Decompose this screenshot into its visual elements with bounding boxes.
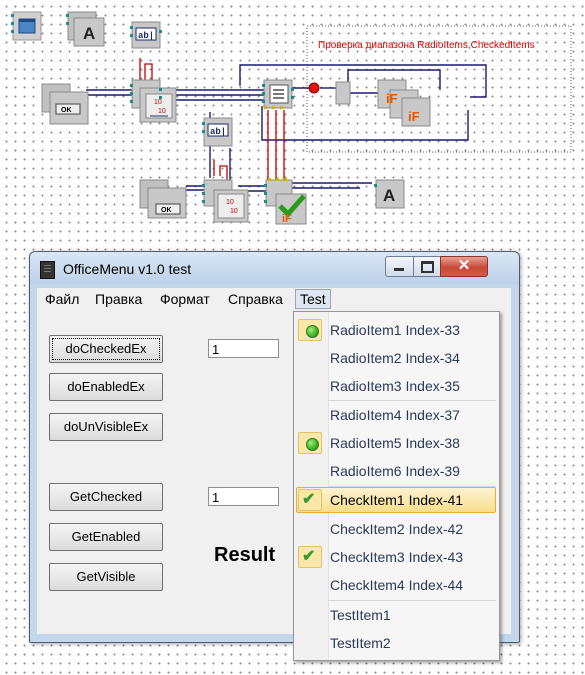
form-icon[interactable] <box>12 11 42 41</box>
list-icon[interactable] <box>263 79 293 109</box>
title-bar[interactable]: OfficeMenu v1.0 test ✕ <box>30 252 519 284</box>
svg-text:10: 10 <box>154 99 162 106</box>
menu-item-radioitem4[interactable]: RadioItem4 Index-37 <box>296 402 496 428</box>
menu-item-radioitem3[interactable]: RadioItem3 Index-35 <box>296 373 496 399</box>
svg-text:10: 10 <box>226 199 234 206</box>
check-mark-icon: ✔ <box>302 548 316 565</box>
label-icon-2[interactable]: A <box>375 179 405 209</box>
svg-text:10: 10 <box>230 208 238 215</box>
group-caption: Проверка диапазона RadioItems,CheckedIte… <box>318 40 535 51</box>
menu-item-label: RadioItem5 Index-38 <box>330 435 460 451</box>
menu-item-label: RadioItem1 Index-33 <box>330 322 460 338</box>
menu-item-label: RadioItem2 Index-34 <box>330 350 460 366</box>
do-unvisible-ex-button[interactable]: doUnVisibleEx <box>49 413 163 441</box>
menu-item-checkitem1[interactable]: ✔ CheckItem1 Index-41 <box>296 487 496 513</box>
menu-separator <box>328 400 496 401</box>
menu-item-checkitem3[interactable]: ✔ CheckItem3 Index-43 <box>296 544 496 570</box>
test-dropdown-menu: RadioItem1 Index-33 RadioItem2 Index-34 … <box>293 311 500 661</box>
menu-help[interactable]: Справка <box>224 290 287 308</box>
button-icon-2[interactable]: OK <box>139 179 187 219</box>
menu-format[interactable]: Формат <box>156 290 214 308</box>
svg-text:OK: OK <box>161 207 172 214</box>
svg-text:A: A <box>83 24 95 43</box>
svg-text:ab|: ab| <box>210 127 226 137</box>
menu-separator <box>328 600 496 601</box>
svg-text:10: 10 <box>158 108 166 115</box>
get-checked-button[interactable]: GetChecked <box>49 483 163 511</box>
check-selected-bg: ✔ <box>298 546 322 568</box>
menu-item-label: CheckItem4 Index-44 <box>330 577 464 593</box>
svg-text:iF: iF <box>282 213 292 225</box>
close-button[interactable]: ✕ <box>440 256 488 277</box>
edit-icon[interactable]: ab| <box>131 21 161 49</box>
app-icon[interactable] <box>40 261 55 279</box>
menu-edit[interactable]: Правка <box>91 290 146 308</box>
menu-item-label: TestItem1 <box>330 607 391 623</box>
menu-item-label: CheckItem3 Index-43 <box>330 549 464 565</box>
menu-item-label: TestItem2 <box>330 635 391 651</box>
menu-item-testitem2[interactable]: TestItem2 <box>296 630 496 656</box>
menu-file[interactable]: Файл <box>41 290 83 308</box>
radio-dot-icon <box>306 438 319 451</box>
close-icon: ✕ <box>457 257 471 274</box>
menu-item-testitem1[interactable]: TestItem1 <box>296 602 496 628</box>
svg-text:ab|: ab| <box>138 31 154 41</box>
edit-icon-2[interactable]: ab| <box>203 117 233 147</box>
radio-dot-icon <box>306 325 319 338</box>
menu-item-label: RadioItem4 Index-37 <box>330 407 460 423</box>
svg-text:iF: iF <box>386 91 398 106</box>
do-enabled-ex-button[interactable]: doEnabledEx <box>49 373 163 401</box>
menu-item-label: CheckItem2 Index-42 <box>330 521 464 537</box>
button-icon[interactable]: OK <box>41 83 89 125</box>
if-icon[interactable]: iF iF <box>377 79 431 127</box>
minimize-icon <box>394 268 404 271</box>
menu-item-label: CheckItem1 Index-41 <box>330 492 464 508</box>
svg-text:iF: iF <box>408 109 420 124</box>
get-enabled-button[interactable]: GetEnabled <box>49 523 163 551</box>
menu-item-radioitem1[interactable]: RadioItem1 Index-33 <box>296 317 496 343</box>
window-title: OfficeMenu v1.0 test <box>63 261 192 277</box>
menu-bar: Файл Правка Формат Справка Test <box>37 288 511 310</box>
check-mark-icon: ✔ <box>302 491 316 508</box>
schema-canvas: Проверка диапазона RadioItems,CheckedIte… <box>11 11 572 225</box>
menu-item-label: RadioItem6 Index-39 <box>330 463 460 479</box>
menu-item-radioitem2[interactable]: RadioItem2 Index-34 <box>296 345 496 371</box>
get-visible-button[interactable]: GetVisible <box>49 563 163 591</box>
label-icon[interactable]: A <box>67 11 105 47</box>
menu-item-radioitem5[interactable]: RadioItem5 Index-38 <box>296 430 496 456</box>
svg-text:OK: OK <box>61 107 72 114</box>
menu-item-radioitem6[interactable]: RadioItem6 Index-39 <box>296 458 496 484</box>
index-input[interactable]: 1 <box>208 339 279 358</box>
result-label: Result <box>214 544 276 566</box>
hub-icon[interactable]: 10 10 <box>131 79 177 123</box>
do-checked-ex-button[interactable]: doCheckedEx <box>49 335 163 363</box>
menu-item-checkitem4[interactable]: CheckItem4 Index-44 <box>296 572 496 598</box>
hub-small-icon[interactable] <box>335 81 351 105</box>
radio-selected-bg <box>298 432 322 454</box>
menu-test[interactable]: Test <box>295 289 331 309</box>
menu-item-checkitem2[interactable]: CheckItem2 Index-42 <box>296 516 496 542</box>
menu-item-label: RadioItem3 Index-35 <box>330 378 460 394</box>
radio-selected-bg <box>298 319 322 341</box>
maximize-button[interactable] <box>413 256 441 277</box>
result-input[interactable]: 1 <box>208 487 279 506</box>
svg-text:A: A <box>383 186 395 205</box>
junction-dot <box>308 82 320 94</box>
minimize-button[interactable] <box>385 256 414 277</box>
check-selected-bg: ✔ <box>298 489 322 511</box>
maximize-icon <box>421 261 434 273</box>
check-icon[interactable]: iF <box>265 179 307 225</box>
